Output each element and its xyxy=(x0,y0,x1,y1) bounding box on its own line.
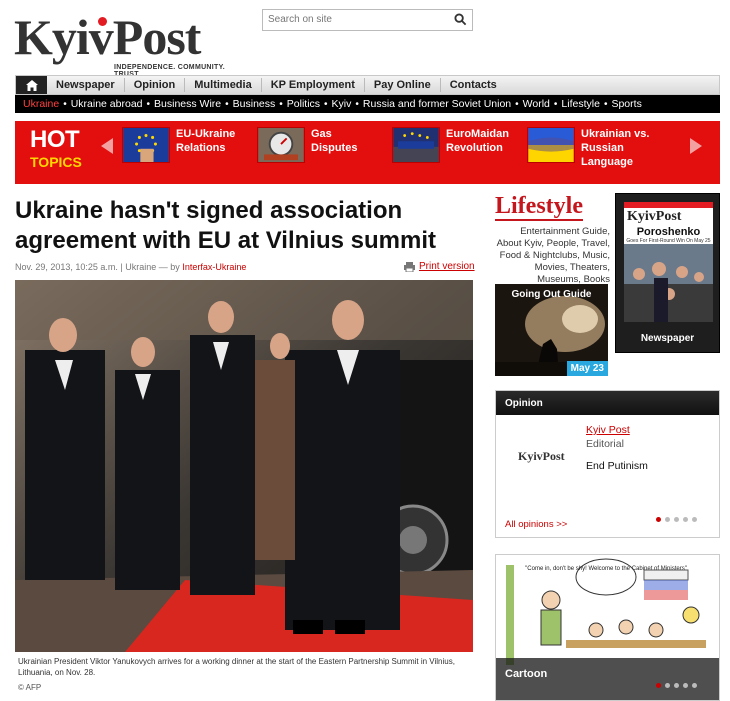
hot-topic-item[interactable]: EuroMaidan Revolution xyxy=(392,127,516,163)
nav-kp-employment[interactable]: KP Employment xyxy=(262,78,365,92)
cartoon-pager xyxy=(656,683,697,688)
section-ukraine-abroad[interactable]: Ukraine abroad xyxy=(71,98,143,110)
search-icon[interactable] xyxy=(454,13,467,26)
hot-topic-label: Ukrainian vs. Russian Language xyxy=(581,128,650,168)
pager-dot[interactable] xyxy=(674,517,679,522)
prev-arrow-icon[interactable] xyxy=(101,138,113,154)
pager-dot[interactable] xyxy=(683,683,688,688)
section-sports[interactable]: Sports xyxy=(611,98,641,110)
hot-topic-item[interactable]: Ukrainian vs. Russian Language xyxy=(527,127,651,169)
article-date: Nov. 29, 2013, 10:25 a.m. xyxy=(15,262,118,272)
pager-dot[interactable] xyxy=(665,683,670,688)
pager-dot[interactable] xyxy=(692,683,697,688)
newspaper-widget[interactable]: KyivPost Poroshenko Goes For First-Round… xyxy=(615,193,720,353)
summit-arrival-photo xyxy=(15,280,473,652)
hot-topics-bar: HOT TOPICS EU-Ukraine Relations Gas Disp… xyxy=(15,121,720,184)
cover-masthead: KyivPost xyxy=(627,209,682,224)
hot-topic-label: Gas Disputes xyxy=(311,128,358,154)
article-meta: Nov. 29, 2013, 10:25 a.m. | Ukraine — by… xyxy=(15,262,247,272)
section-lifestyle[interactable]: Lifestyle xyxy=(561,98,600,110)
section-business-wire[interactable]: Business Wire xyxy=(154,98,221,110)
logo-wordmark: KyivPost xyxy=(14,9,201,65)
site-logo[interactable]: KyivPost INDEPENDENCE. COMMUNITY. TRUST xyxy=(14,9,246,78)
opinion-role: Editorial xyxy=(586,438,624,450)
section-politics[interactable]: Politics xyxy=(287,98,320,110)
hot-topic-item[interactable]: Gas Disputes xyxy=(257,127,381,163)
hot-topic-label: EU-Ukraine Relations xyxy=(176,128,236,154)
opinion-author[interactable]: Kyiv Post xyxy=(586,424,630,436)
home-icon xyxy=(25,79,38,91)
main-nav: Newspaper Opinion Multimedia KP Employme… xyxy=(15,75,720,95)
article-by: — by xyxy=(158,262,180,272)
nav-newspaper[interactable]: Newspaper xyxy=(47,78,125,92)
search-input[interactable]: Search on site xyxy=(262,9,473,31)
search-placeholder: Search on site xyxy=(268,14,332,25)
cartoon-widget[interactable]: "Come in, don't be shy! Welcome to the C… xyxy=(495,554,720,701)
section-nav: Ukraine • Ukraine abroad • Business Wire… xyxy=(15,95,720,113)
pager-dot[interactable] xyxy=(665,517,670,522)
article-section[interactable]: Ukraine xyxy=(125,262,156,272)
opinion-widget: Opinion KyivPost Kyiv Post Editorial End… xyxy=(495,390,720,538)
opinion-author-logo[interactable]: KyivPost xyxy=(518,449,565,464)
article-source[interactable]: Interfax-Ukraine xyxy=(182,262,246,272)
lifestyle-widget[interactable]: Lifestyle Entertainment Guide, About Kyi… xyxy=(495,193,610,286)
cover-photo xyxy=(624,244,713,322)
pager-dot[interactable] xyxy=(656,683,661,688)
section-russia[interactable]: Russia and former Soviet Union xyxy=(363,98,511,110)
nav-opinion[interactable]: Opinion xyxy=(125,78,186,92)
opinion-header[interactable]: Opinion xyxy=(496,391,719,415)
logo-dot xyxy=(98,17,107,26)
print-version-label: Print version xyxy=(419,261,475,272)
eu-flag-thumbnail xyxy=(122,127,170,163)
cover-headline: Poroshenko xyxy=(636,226,701,238)
newspaper-cover[interactable]: KyivPost Poroshenko Goes For First-Round… xyxy=(624,202,713,322)
section-world[interactable]: World xyxy=(523,98,550,110)
next-arrow-icon[interactable] xyxy=(690,138,702,154)
opinion-pager xyxy=(656,517,697,522)
gas-meter-thumbnail xyxy=(257,127,305,163)
all-opinions-link[interactable]: All opinions >> xyxy=(505,519,567,530)
pager-dot[interactable] xyxy=(683,517,688,522)
hot-topic-label: EuroMaidan Revolution xyxy=(446,128,509,154)
photo-credit: © AFP xyxy=(18,683,42,692)
euromaidan-thumbnail xyxy=(392,127,440,163)
pager-dot[interactable] xyxy=(674,683,679,688)
section-ukraine[interactable]: Ukraine xyxy=(23,98,59,110)
nav-contacts[interactable]: Contacts xyxy=(441,78,506,92)
going-out-guide[interactable]: Going Out Guide May 23 xyxy=(495,284,608,376)
cartoon-label: Cartoon xyxy=(505,668,548,680)
section-business[interactable]: Business xyxy=(233,98,276,110)
topics-label: TOPICS xyxy=(30,154,82,170)
home-button[interactable] xyxy=(16,76,47,94)
hot-topic-item[interactable]: EU-Ukraine Relations xyxy=(122,127,246,163)
photo-caption: Ukrainian President Viktor Yanukovych ar… xyxy=(18,657,455,677)
article-headline: Ukraine hasn't signed association agreem… xyxy=(15,197,436,254)
lifestyle-title: Lifestyle xyxy=(495,193,583,221)
hot-label: HOT xyxy=(30,126,80,153)
nav-pay-online[interactable]: Pay Online xyxy=(365,78,441,92)
opinion-title[interactable]: End Putinism xyxy=(586,460,648,472)
pager-dot[interactable] xyxy=(656,517,661,522)
section-kyiv[interactable]: Kyiv xyxy=(332,98,352,110)
lifestyle-description: Entertainment Guide, About Kyiv, People,… xyxy=(496,226,610,285)
print-version-link[interactable]: Print version xyxy=(404,261,475,272)
going-out-guide-date: May 23 xyxy=(566,361,608,376)
printer-icon xyxy=(404,261,415,272)
pager-dot[interactable] xyxy=(692,517,697,522)
article-photo xyxy=(15,280,473,652)
going-out-guide-label: Going Out Guide xyxy=(511,289,592,300)
nav-multimedia[interactable]: Multimedia xyxy=(185,78,262,92)
ukraine-flag-thumbnail xyxy=(527,127,575,163)
newspaper-label: Newspaper xyxy=(640,333,695,344)
